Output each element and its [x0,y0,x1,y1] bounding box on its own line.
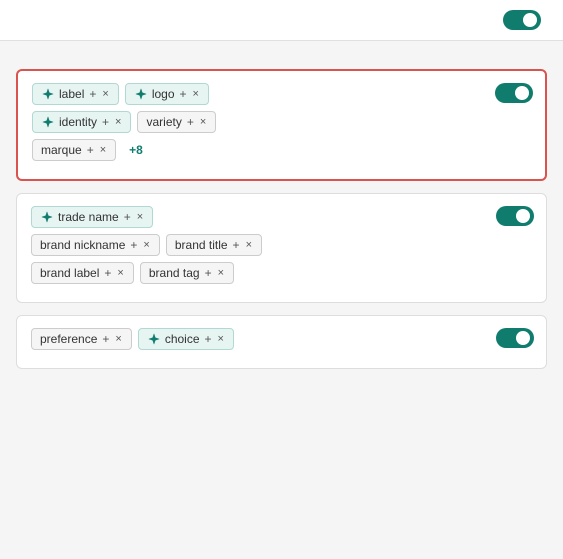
tag-plus[interactable]: + [103,266,112,280]
tag-close[interactable]: × [217,333,225,345]
tag-brand-nickname: brand nickname + × [31,234,160,256]
card-3-row-1: preference + × choice + × [31,328,532,350]
toggle-track[interactable] [503,10,541,30]
tag-plus[interactable]: + [88,87,97,101]
top-bar [0,0,563,41]
tag-plus[interactable]: + [232,238,241,252]
tag-plus[interactable]: + [86,143,95,157]
tag-plus[interactable]: + [101,115,110,129]
toggle-track[interactable] [496,328,534,348]
tag-logo: logo + × [125,83,209,105]
tag-label: label + × [32,83,119,105]
card-toggle-3[interactable] [496,328,534,348]
tag-close[interactable]: × [114,116,122,128]
card-1: label + × logo + × identity + ×variety +… [16,69,547,181]
tag-plus[interactable]: + [186,115,195,129]
tag-label: brand label [40,266,99,280]
tag-label: choice [165,332,200,346]
ai-icon [41,87,55,101]
tag-plus[interactable]: + [179,87,188,101]
tag-close[interactable]: × [192,88,200,100]
card-2-row-1: trade name + × [31,206,532,228]
tag-plus[interactable]: + [101,332,110,346]
suggestions-header [16,53,547,57]
toggle-track[interactable] [495,83,533,103]
tag-marque: marque + × [32,139,116,161]
tag-label: preference [40,332,97,346]
tag-label: trade name [58,210,119,224]
tag-brand-title: brand title + × [166,234,262,256]
ai-icon [41,115,55,129]
tag-plus[interactable]: + [204,266,213,280]
tag-preference: preference + × [31,328,132,350]
toggle-thumb [523,13,537,27]
ai-icon [134,87,148,101]
card-2-row-3: brand label + ×brand tag + × [31,262,532,284]
tag-close[interactable]: × [101,88,109,100]
tag-label: identity [59,115,97,129]
card-1-row-3: marque + × +8 [32,139,531,161]
tag-label: marque [41,143,82,157]
tag-close[interactable]: × [199,116,207,128]
tag-close[interactable]: × [99,144,107,156]
tag-close[interactable]: × [245,239,253,251]
tag-brand-label: brand label + × [31,262,134,284]
tag-close[interactable]: × [136,211,144,223]
tag-plus[interactable]: + [123,210,132,224]
card-2-row-2: brand nickname + ×brand title + × [31,234,532,256]
toggle-thumb [516,209,530,223]
card-2: trade name + ×brand nickname + ×brand ti… [16,193,547,303]
card-toggle-2[interactable] [496,206,534,226]
toggle-thumb [515,86,529,100]
tag-label: brand title [175,238,228,252]
card-toggle-1[interactable] [495,83,533,103]
tag-label: label [59,87,84,101]
tag-choice: choice + × [138,328,234,350]
tag-close[interactable]: × [116,267,124,279]
top-toggle[interactable] [503,10,547,30]
tag-label: brand nickname [40,238,125,252]
tag-label: variety [146,115,181,129]
card-1-row-1: label + × logo + × [32,83,531,105]
ai-icon [40,210,54,224]
card-1-row-2: identity + ×variety + × [32,111,531,133]
tag-close[interactable]: × [114,333,122,345]
ai-icon [147,332,161,346]
tag-label: logo [152,87,175,101]
card-3: preference + × choice + × [16,315,547,369]
cards-container: label + × logo + × identity + ×variety +… [16,69,547,369]
tag-brand-tag: brand tag + × [140,262,234,284]
tag-close[interactable]: × [142,239,150,251]
toggle-track[interactable] [496,206,534,226]
tag-plus[interactable]: + [129,238,138,252]
tag-trade-name: trade name + × [31,206,153,228]
tag-label: brand tag [149,266,200,280]
tag-close[interactable]: × [217,267,225,279]
toggle-thumb [516,331,530,345]
tag-identity: identity + × [32,111,131,133]
tag-variety: variety + × [137,111,216,133]
more-badge[interactable]: +8 [122,139,150,161]
main-content: label + × logo + × identity + ×variety +… [0,41,563,393]
tag-plus[interactable]: + [204,332,213,346]
